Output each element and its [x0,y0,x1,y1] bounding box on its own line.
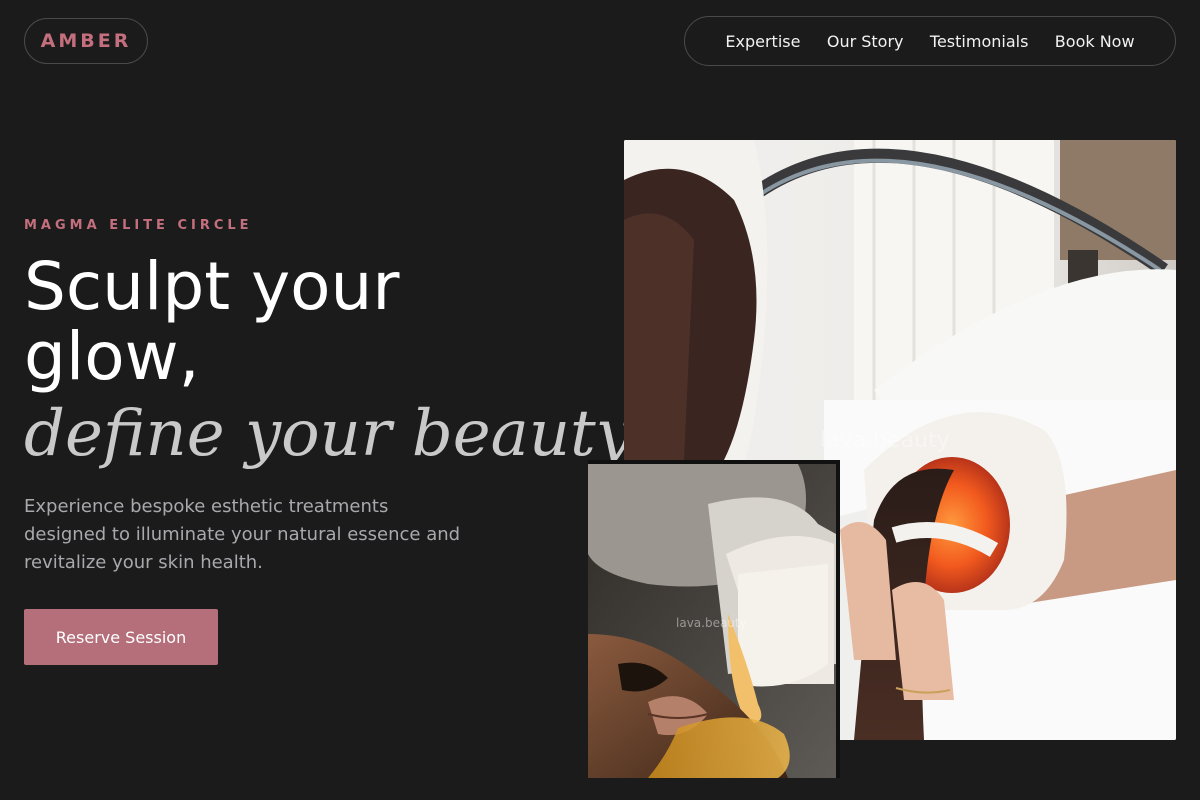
image-watermark: lava.beauty [820,428,950,453]
main-nav: Expertise Our Story Testimonials Book No… [684,16,1176,66]
brand-logo[interactable]: AMBER [24,18,148,64]
nav-item-testimonials[interactable]: Testimonials [930,32,1029,51]
hero-image-gold-mask: lava.beauty [588,460,840,778]
reserve-session-button[interactable]: Reserve Session [24,609,218,665]
landing-page: AMBER Expertise Our Story Testimonials B… [0,0,1200,800]
nav-item-expertise[interactable]: Expertise [725,32,800,51]
hero-headline-italic: define your beauty. [24,397,644,471]
hero-eyebrow: MAGMA ELITE CIRCLE [24,218,253,233]
nav-item-our-story[interactable]: Our Story [827,32,904,51]
hero-headline: Sculpt your glow, [24,248,400,395]
hero-description: Experience bespoke esthetic treatments d… [24,496,461,573]
nav-item-book-now[interactable]: Book Now [1055,32,1135,51]
image-watermark: lava.beauty [676,616,747,630]
